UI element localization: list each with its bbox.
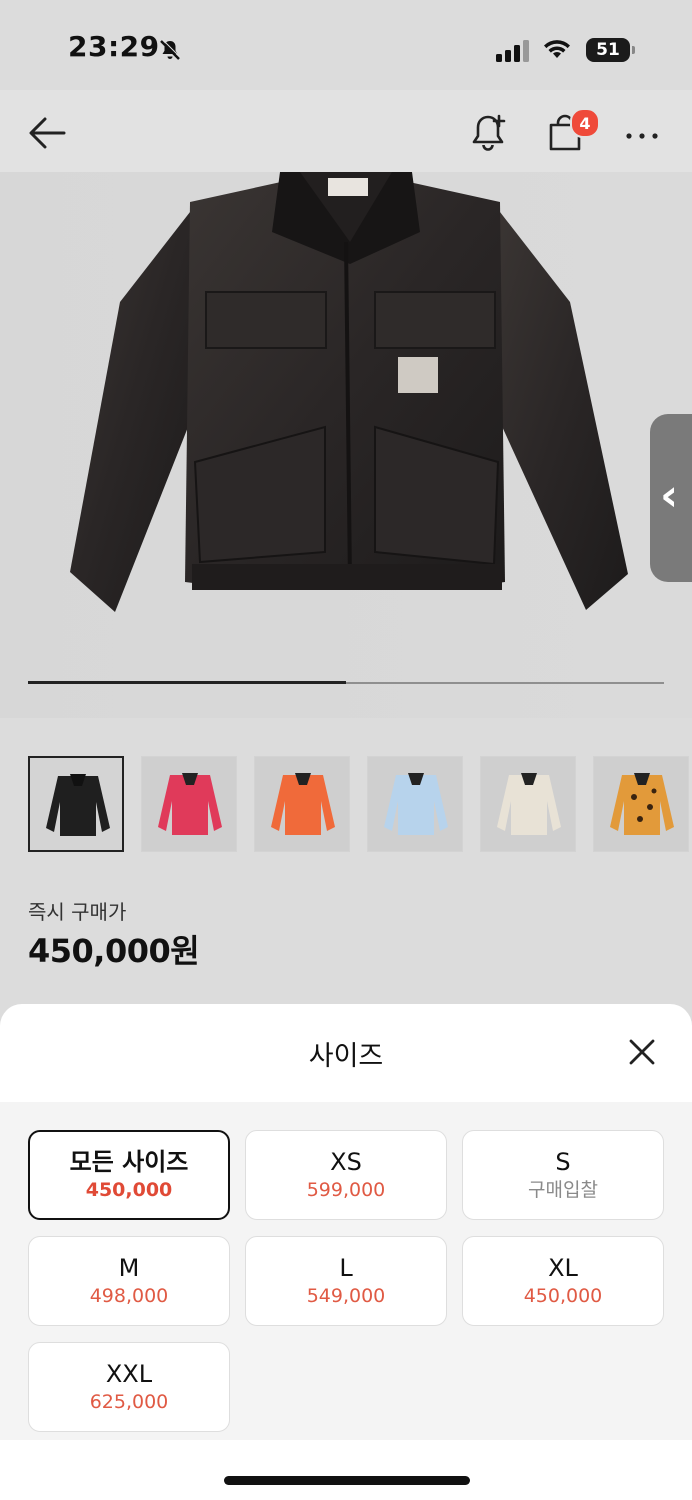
cart-count-badge: 4	[570, 108, 600, 138]
color-thumbnail-leopard[interactable]	[593, 756, 689, 852]
size-option-xxl[interactable]: XXL 625,000	[28, 1342, 230, 1432]
more-options-icon[interactable]	[624, 126, 660, 145]
size-option-price: 구매입찰	[528, 1179, 598, 1201]
size-option-price: 450,000	[523, 1285, 603, 1307]
wifi-icon	[542, 38, 572, 66]
jacket-image	[70, 172, 628, 612]
size-option-price: 498,000	[89, 1285, 169, 1307]
size-option-label: S	[555, 1148, 571, 1176]
size-option-label: XL	[548, 1254, 578, 1282]
product-image-carousel[interactable]	[0, 172, 692, 718]
carousel-progress-fill	[28, 681, 346, 684]
status-time: 23:29	[68, 30, 160, 63]
color-thumbnail-pink[interactable]	[141, 756, 237, 852]
color-thumbnail-light-blue[interactable]	[367, 756, 463, 852]
close-icon[interactable]	[628, 1038, 656, 1070]
size-option-price: 549,000	[306, 1285, 386, 1307]
bell-off-icon	[158, 38, 182, 66]
sheet-title: 사이즈	[308, 1041, 384, 1072]
instant-price-value: 450,000원	[28, 932, 200, 970]
size-option-price: 599,000	[306, 1179, 386, 1201]
color-thumbnail-cream[interactable]	[480, 756, 576, 852]
size-option-label: XXL	[105, 1360, 153, 1388]
size-option-label: 모든 사이즈	[69, 1148, 189, 1176]
chevron-left-icon: ‹	[660, 470, 679, 521]
size-option-l[interactable]: L 549,000	[245, 1236, 447, 1326]
battery-level: 51	[586, 38, 630, 62]
size-option-label: M	[118, 1254, 140, 1282]
size-option-label: XS	[330, 1148, 362, 1176]
size-option-m[interactable]: M 498,000	[28, 1236, 230, 1326]
cellular-signal-icon	[496, 40, 532, 66]
size-option-price: 450,000	[85, 1179, 173, 1201]
size-option-xs[interactable]: XS 599,000	[245, 1130, 447, 1220]
size-option-label: L	[339, 1254, 353, 1282]
back-arrow-icon[interactable]	[26, 112, 68, 158]
color-thumbnail-orange[interactable]	[254, 756, 350, 852]
size-option-xl[interactable]: XL 450,000	[462, 1236, 664, 1326]
battery-cap	[632, 46, 635, 54]
instant-price-label: 즉시 구매가	[28, 900, 127, 924]
color-thumbnail-black[interactable]	[28, 756, 124, 852]
add-alert-bell-icon[interactable]	[466, 110, 510, 158]
size-option-all[interactable]: 모든 사이즈 450,000	[28, 1130, 230, 1220]
size-option-price: 625,000	[89, 1391, 169, 1413]
size-option-s[interactable]: S 구매입찰	[462, 1130, 664, 1220]
home-indicator[interactable]	[224, 1476, 470, 1485]
